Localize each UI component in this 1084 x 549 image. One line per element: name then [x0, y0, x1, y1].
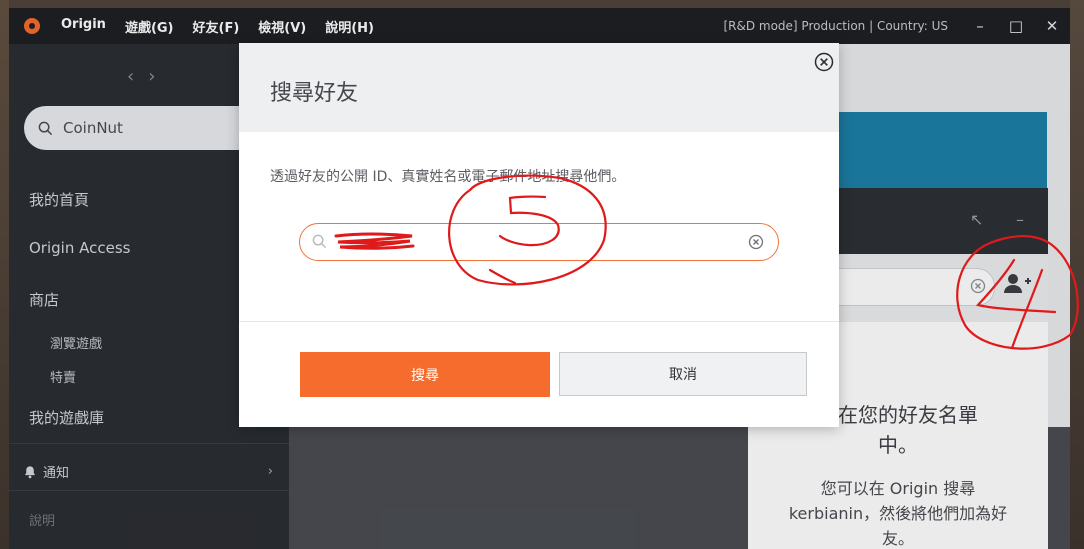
- search-icon: [312, 234, 327, 249]
- cancel-button[interactable]: 取消: [559, 352, 807, 396]
- dialog-divider: [239, 321, 839, 322]
- dialog-title: 搜尋好友: [270, 81, 359, 106]
- dialog-header: 搜尋好友: [239, 43, 839, 132]
- friend-search-input[interactable]: [336, 230, 740, 256]
- dialog-description: 透過好友的公開 ID、真實姓名或電子郵件地址搜尋他們。: [270, 169, 626, 185]
- origin-window: Origin 遊戲(G) 好友(F) 檢視(V) 說明(H) [R&D mode…: [9, 8, 1070, 549]
- search-button[interactable]: 搜尋: [300, 352, 550, 397]
- clear-input-icon[interactable]: [748, 234, 764, 250]
- desktop-background-right: [1070, 0, 1084, 549]
- dialog-close-icon[interactable]: [814, 52, 834, 72]
- desktop-background-left: [0, 0, 9, 549]
- friend-search-field[interactable]: [299, 223, 779, 261]
- search-friends-dialog: 搜尋好友 透過好友的公開 ID、真實姓名或電子郵件地址搜尋他們。 搜尋 取消: [239, 43, 839, 427]
